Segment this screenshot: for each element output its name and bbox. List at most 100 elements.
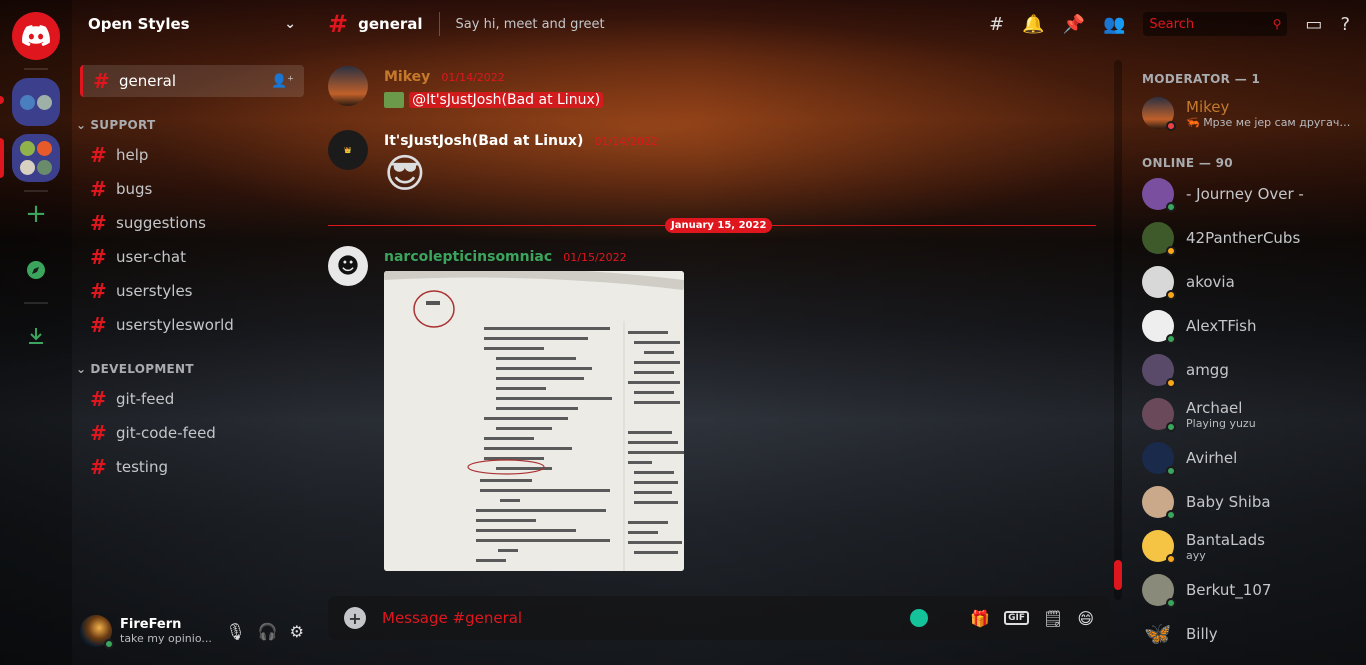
member-item[interactable]: amgg xyxy=(1142,349,1362,391)
headphones-icon[interactable]: 🎧 xyxy=(258,622,278,641)
channel-git-feed[interactable]: # git-feed xyxy=(80,383,304,415)
channel-suggestions[interactable]: # suggestions xyxy=(80,207,304,239)
member-name: akovia xyxy=(1186,273,1235,291)
help-icon[interactable]: ? xyxy=(1340,14,1350,35)
channel-testing[interactable]: # testing xyxy=(80,451,304,483)
user-mention[interactable]: @It'sJustJosh(Bad at Linux) xyxy=(409,92,604,108)
channel-git-code-feed[interactable]: # git-code-feed xyxy=(80,417,304,449)
channel-bugs[interactable]: # bugs xyxy=(80,173,304,205)
gear-icon[interactable]: ⚙ xyxy=(290,622,304,641)
message-author[interactable]: narcolepticinsomniac xyxy=(384,249,552,265)
reply-icon xyxy=(384,91,404,108)
online-status-icon xyxy=(1166,202,1176,212)
member-item[interactable]: 42PantherCubs xyxy=(1142,217,1362,259)
server-icon-open-styles[interactable] xyxy=(12,134,60,182)
member-item[interactable]: Baby Shiba xyxy=(1142,481,1362,523)
hash-icon: # xyxy=(90,421,107,445)
avatar[interactable]: 👑 xyxy=(328,130,368,170)
sticker-icon[interactable]: 🗒 xyxy=(1043,609,1063,628)
member-item[interactable]: Avirhel xyxy=(1142,437,1362,479)
member-item[interactable]: Berkut_107 xyxy=(1142,569,1362,611)
member-name: BantaLads xyxy=(1186,530,1265,549)
scrollbar-thumb[interactable] xyxy=(1114,560,1122,590)
channel-userstyles[interactable]: # userstyles xyxy=(80,275,304,307)
bell-icon[interactable]: 🔔 xyxy=(1022,14,1044,35)
channel-sidebar: Open Styles ⌄ # general 👤⁺ ⌄ SUPPORT # h… xyxy=(72,0,312,665)
idle-status-icon xyxy=(1166,378,1176,388)
avatar xyxy=(1142,486,1176,520)
member-item[interactable]: akovia xyxy=(1142,261,1362,303)
inbox-icon[interactable]: ▭ xyxy=(1305,14,1322,35)
header-divider xyxy=(438,12,440,36)
member-name: 42PantherCubs xyxy=(1186,229,1301,247)
add-server-icon[interactable]: + xyxy=(12,190,60,238)
member-item[interactable]: AlexTFish xyxy=(1142,305,1362,347)
category-support[interactable]: ⌄ SUPPORT xyxy=(76,118,156,132)
channel-label: general xyxy=(119,72,177,90)
member-item[interactable]: 🦋 Billy xyxy=(1142,613,1362,655)
message-timestamp: 01/14/2022 xyxy=(441,71,505,84)
chevron-down-icon: ⌄ xyxy=(284,16,296,32)
gif-icon[interactable]: GIF xyxy=(1004,611,1029,625)
hash-icon: # xyxy=(90,211,107,235)
channel-user-chat[interactable]: # user-chat xyxy=(80,241,304,273)
avatar: 🦋 xyxy=(1144,621,1172,647)
image-attachment[interactable] xyxy=(384,271,684,571)
explore-servers-icon[interactable] xyxy=(12,246,60,294)
hash-icon: # xyxy=(90,455,107,479)
member-name: - Journey Over - xyxy=(1186,185,1304,203)
message: Mikey 01/14/2022 @It'sJustJosh(Bad at Li… xyxy=(328,66,604,108)
member-name: Billy xyxy=(1186,625,1218,643)
hash-icon: # xyxy=(90,387,107,411)
pin-icon[interactable]: 📌 xyxy=(1063,14,1085,35)
server-name: Open Styles xyxy=(88,15,190,33)
message-input[interactable] xyxy=(382,609,911,627)
avatar[interactable] xyxy=(80,615,114,649)
chevron-down-icon: ⌄ xyxy=(76,362,87,376)
message: 👑 It'sJustJosh(Bad at Linux) 01/14/2022 … xyxy=(328,130,658,197)
message-composer: + 🎁 GIF 🗒 😄 xyxy=(328,596,1110,640)
avatar xyxy=(1142,266,1176,300)
member-item[interactable]: Archael Playing yuzu xyxy=(1142,393,1362,435)
member-activity: Playing yuzu xyxy=(1186,416,1256,430)
gift-icon[interactable]: 🎁 xyxy=(970,609,990,628)
message-timestamp: 01/15/2022 xyxy=(563,251,627,264)
sunglasses-emoji-icon[interactable]: 😎 xyxy=(384,151,658,197)
idle-status-icon xyxy=(1166,290,1176,300)
attach-plus-icon[interactable]: + xyxy=(344,607,366,629)
search-box[interactable]: ⚲ xyxy=(1143,12,1288,36)
category-development[interactable]: ⌄ DEVELOPMENT xyxy=(76,362,194,376)
member-item[interactable]: Mikey 🦐 Мрзе ме јер сам другачиј... xyxy=(1142,92,1362,134)
server-header[interactable]: Open Styles ⌄ xyxy=(72,0,312,48)
server-icon-folder[interactable] xyxy=(12,78,60,126)
message-author[interactable]: Mikey xyxy=(384,69,430,85)
invite-icon[interactable]: 👤⁺ xyxy=(271,74,294,89)
members-icon[interactable]: 👥 xyxy=(1103,14,1125,35)
threads-icon[interactable]: # xyxy=(989,14,1004,35)
avatar[interactable] xyxy=(328,66,368,106)
member-item[interactable]: - Journey Over - xyxy=(1142,173,1362,215)
message-author[interactable]: It'sJustJosh(Bad at Linux) xyxy=(384,133,583,149)
grammarly-icon[interactable] xyxy=(910,609,929,627)
channel-general[interactable]: # general 👤⁺ xyxy=(80,65,304,97)
scrollbar-track[interactable] xyxy=(1114,60,1122,600)
member-category-online: ONLINE — 90 xyxy=(1142,156,1233,170)
channel-userstylesworld[interactable]: # userstylesworld xyxy=(80,309,304,341)
discord-home-button[interactable] xyxy=(12,12,60,60)
member-status: 🦐 Мрзе ме јер сам другачиј... xyxy=(1186,115,1356,129)
avatar xyxy=(1142,222,1176,256)
download-apps-icon[interactable] xyxy=(12,312,60,360)
avatar[interactable]: ☻ xyxy=(328,246,368,286)
channel-title: general xyxy=(358,15,423,33)
member-name: Avirhel xyxy=(1186,449,1238,467)
online-status-icon xyxy=(1166,422,1176,432)
member-item[interactable]: BantaLads ayy xyxy=(1142,525,1362,567)
emoji-icon[interactable]: 😄 xyxy=(1077,609,1094,628)
channel-topic[interactable]: Say hi, meet and greet xyxy=(456,17,605,32)
mute-mic-icon[interactable]: 🎙 xyxy=(225,622,245,641)
search-input[interactable] xyxy=(1149,16,1260,32)
channel-help[interactable]: # help xyxy=(80,139,304,171)
hash-icon: # xyxy=(328,10,349,38)
avatar xyxy=(1142,530,1176,564)
online-status-icon xyxy=(1166,598,1176,608)
